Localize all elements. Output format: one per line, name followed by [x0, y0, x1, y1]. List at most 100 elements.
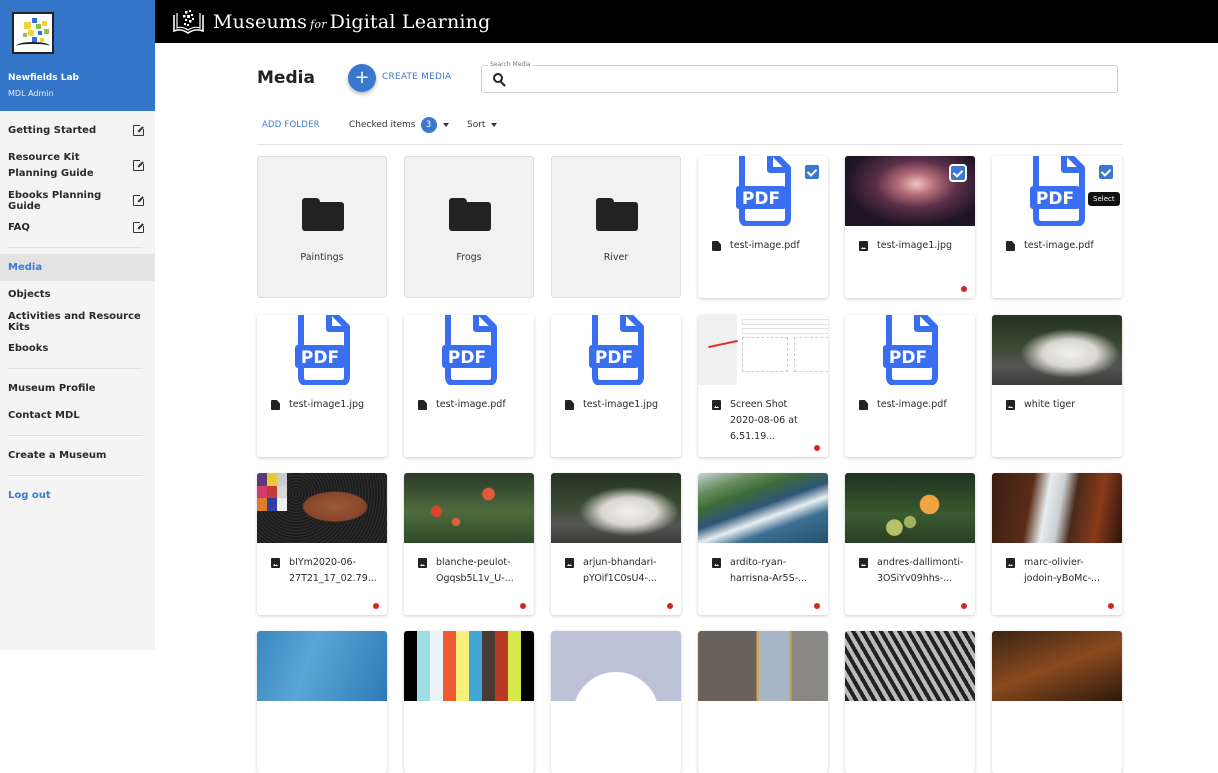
media-card[interactable] — [404, 631, 534, 773]
checked-items-label: Checked items — [349, 120, 416, 130]
media-card[interactable] — [845, 631, 975, 773]
select-checkbox[interactable] — [1099, 165, 1113, 179]
document-icon — [418, 400, 427, 410]
media-name: test-image.pdf — [712, 238, 817, 254]
media-card[interactable]: PDF test-image.pdf — [698, 156, 828, 298]
sidebar-item-logout[interactable]: Log out — [0, 482, 155, 509]
media-card[interactable]: bIYm2020-06-27T21_17_02.79... — [257, 473, 387, 615]
media-card[interactable] — [992, 631, 1122, 773]
folder-card[interactable]: Frogs — [404, 156, 534, 298]
folder-card[interactable]: River — [551, 156, 681, 298]
sidebar-item-museum-profile[interactable]: Museum Profile — [0, 375, 155, 402]
external-link-icon — [133, 221, 145, 233]
media-card[interactable] — [698, 631, 828, 773]
media-name-text: test-image.pdf — [730, 240, 800, 251]
svg-text:PDF: PDF — [1036, 189, 1074, 209]
folder-icon — [449, 198, 491, 231]
pdf-file-icon: PDF — [1030, 156, 1085, 226]
media-name-text: test-image1.jpg — [583, 399, 659, 410]
sidebar-item-media[interactable]: Media — [0, 254, 155, 281]
media-thumbnail — [257, 473, 387, 543]
media-card[interactable]: Screen Shot 2020-08-06 at 6.51.19... — [698, 315, 828, 457]
status-dot — [373, 603, 379, 609]
media-card[interactable]: arjun-bhandari-pYOif1C0sU4-... — [551, 473, 681, 615]
search-field[interactable]: Search Media — [481, 61, 1118, 93]
create-media-button[interactable]: + — [348, 64, 376, 92]
media-card[interactable] — [257, 631, 387, 773]
sidebar-item-ebooks[interactable]: Ebooks — [0, 335, 155, 362]
select-checkbox[interactable] — [805, 165, 819, 179]
media-thumbnail — [551, 631, 681, 701]
media-toolbar: ADD FOLDER Checked items 3 Sort — [257, 117, 1123, 145]
media-thumbnail — [698, 631, 828, 701]
sidebar-item-label: Museum Profile — [8, 383, 96, 394]
sidebar-item-faq[interactable]: FAQ — [0, 214, 155, 241]
sidebar-item-objects[interactable]: Objects — [0, 281, 155, 308]
sidebar-item-activities[interactable]: Activities and Resource Kits — [0, 308, 155, 335]
media-card[interactable]: marc-olivier-jodoin-yBoMc-... — [992, 473, 1122, 615]
external-link-icon — [133, 124, 145, 136]
sidebar-item-getting-started[interactable]: Getting Started — [0, 117, 155, 144]
checked-items-dropdown[interactable]: Checked items 3 — [349, 117, 449, 133]
media-name-text: blanche-peulot-Ogqsb5L1v_U-... — [436, 557, 514, 584]
document-icon — [271, 400, 280, 410]
sidebar-item-label: FAQ — [8, 222, 30, 233]
media-name-text: arjun-bhandari-pYOif1C0sU4-... — [583, 557, 657, 584]
select-checkbox[interactable] — [949, 164, 967, 182]
museum-logo[interactable] — [12, 12, 54, 54]
media-name: test-image.pdf — [859, 397, 964, 413]
media-thumbnail — [404, 473, 534, 543]
media-name-text: andres-dallimonti-3OSiYv09hhs-... — [877, 557, 964, 584]
media-card[interactable]: andres-dallimonti-3OSiYv09hhs-... — [845, 473, 975, 615]
add-folder-button[interactable]: ADD FOLDER — [262, 120, 320, 130]
create-media-link[interactable]: CREATE MEDIA — [382, 72, 451, 82]
media-card[interactable]: white tiger — [992, 315, 1122, 457]
media-card[interactable]: PDF test-image.pdf — [992, 156, 1122, 298]
media-name: test-image1.jpg — [565, 397, 670, 413]
media-name: test-image.pdf — [1006, 238, 1111, 254]
folder-label: River — [603, 252, 629, 263]
svg-text:PDF: PDF — [742, 189, 780, 209]
media-card[interactable] — [551, 631, 681, 773]
media-thumbnail — [698, 473, 828, 543]
brand-main: Museums — [213, 10, 308, 33]
sidebar-item-label: Ebooks Planning Guide — [8, 189, 102, 212]
search-input[interactable] — [512, 70, 1102, 88]
sidebar-item-label: Create a Museum — [8, 450, 107, 461]
external-link-icon — [133, 159, 145, 171]
status-dot — [961, 603, 967, 609]
media-name-text: marc-olivier-jodoin-yBoMc-... — [1024, 557, 1101, 584]
media-card[interactable]: PDF test-image1.jpg — [551, 315, 681, 457]
page-title: Media — [257, 68, 315, 88]
top-bar: Museums for Digital Learning — [155, 0, 1218, 43]
sidebar-item-label: Getting Started — [8, 125, 97, 136]
media-card[interactable]: PDF test-image1.jpg — [257, 315, 387, 457]
media-name: ardito-ryan-harrisna-Ar5S-... — [712, 555, 817, 587]
document-icon — [712, 241, 721, 251]
folder-card[interactable]: Paintings — [257, 156, 387, 298]
brand-for: for — [310, 17, 327, 31]
media-thumbnail — [992, 315, 1122, 385]
media-card[interactable]: PDF test-image.pdf — [404, 315, 534, 457]
sidebar-item-contact[interactable]: Contact MDL — [0, 402, 155, 429]
svg-text:PDF: PDF — [595, 348, 633, 368]
checked-count-badge: 3 — [420, 117, 437, 133]
pdf-file-icon: PDF — [883, 315, 938, 385]
sidebar-item-label: Ebooks — [8, 343, 49, 354]
color-checker — [257, 473, 287, 511]
sidebar-item-label: Resource Kit Planning Guide — [8, 151, 94, 179]
media-card[interactable]: PDF test-image.pdf — [845, 315, 975, 457]
sidebar-item-ebooks-guide[interactable]: Ebooks Planning Guide — [0, 187, 155, 214]
sidebar-item-resource-kit-guide[interactable]: Resource Kit Planning Guide — [0, 144, 155, 187]
media-name-text: test-image1.jpg — [877, 240, 953, 251]
media-card[interactable]: test-image1.jpg — [845, 156, 975, 298]
divider — [8, 368, 143, 369]
media-card[interactable]: ardito-ryan-harrisna-Ar5S-... — [698, 473, 828, 615]
sidebar-item-label: Activities and Resource Kits — [8, 310, 141, 333]
sidebar-item-create-museum[interactable]: Create a Museum — [0, 442, 155, 469]
brand-title[interactable]: Museums for Digital Learning — [213, 11, 490, 33]
sort-dropdown[interactable]: Sort — [467, 120, 498, 130]
media-name-text: Screen Shot 2020-08-06 at 6.51.19... — [730, 399, 798, 442]
pdf-file-icon: PDF — [442, 315, 497, 385]
media-card[interactable]: blanche-peulot-Ogqsb5L1v_U-... — [404, 473, 534, 615]
